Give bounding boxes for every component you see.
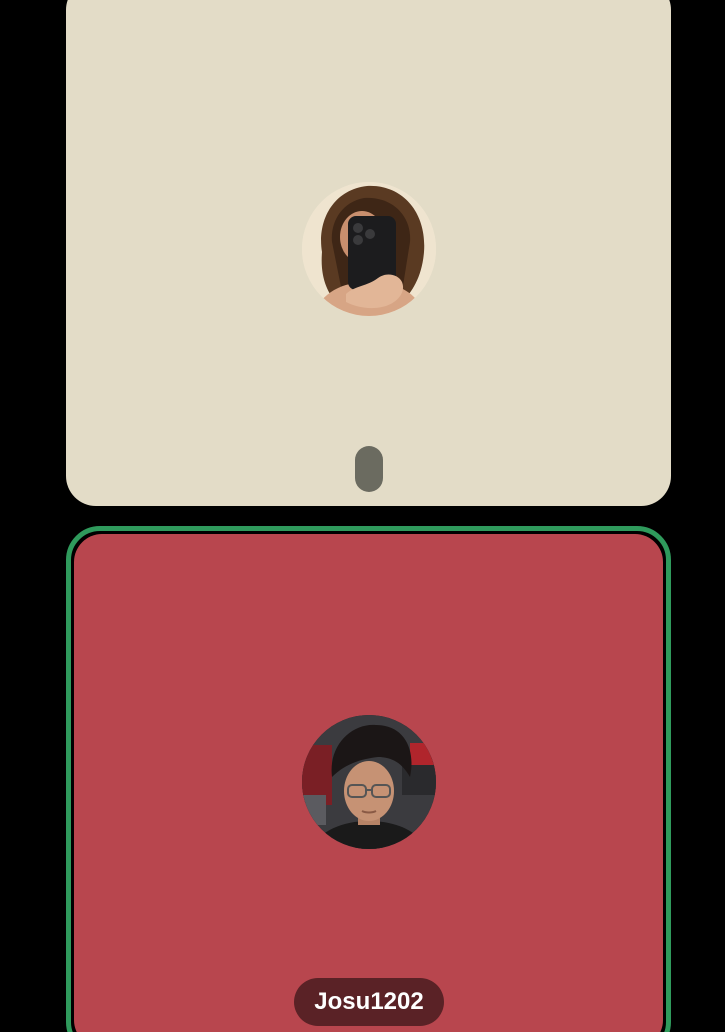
drag-handle[interactable] xyxy=(355,446,383,492)
participant-name-badge: Josu1202 xyxy=(294,978,444,1026)
participant-avatar-top xyxy=(302,182,436,316)
user-avatar-icon xyxy=(302,715,436,849)
selfie-avatar-icon xyxy=(302,182,436,316)
call-stage: Josu1202 xyxy=(0,0,725,1032)
participant-avatar-bottom xyxy=(302,715,436,849)
